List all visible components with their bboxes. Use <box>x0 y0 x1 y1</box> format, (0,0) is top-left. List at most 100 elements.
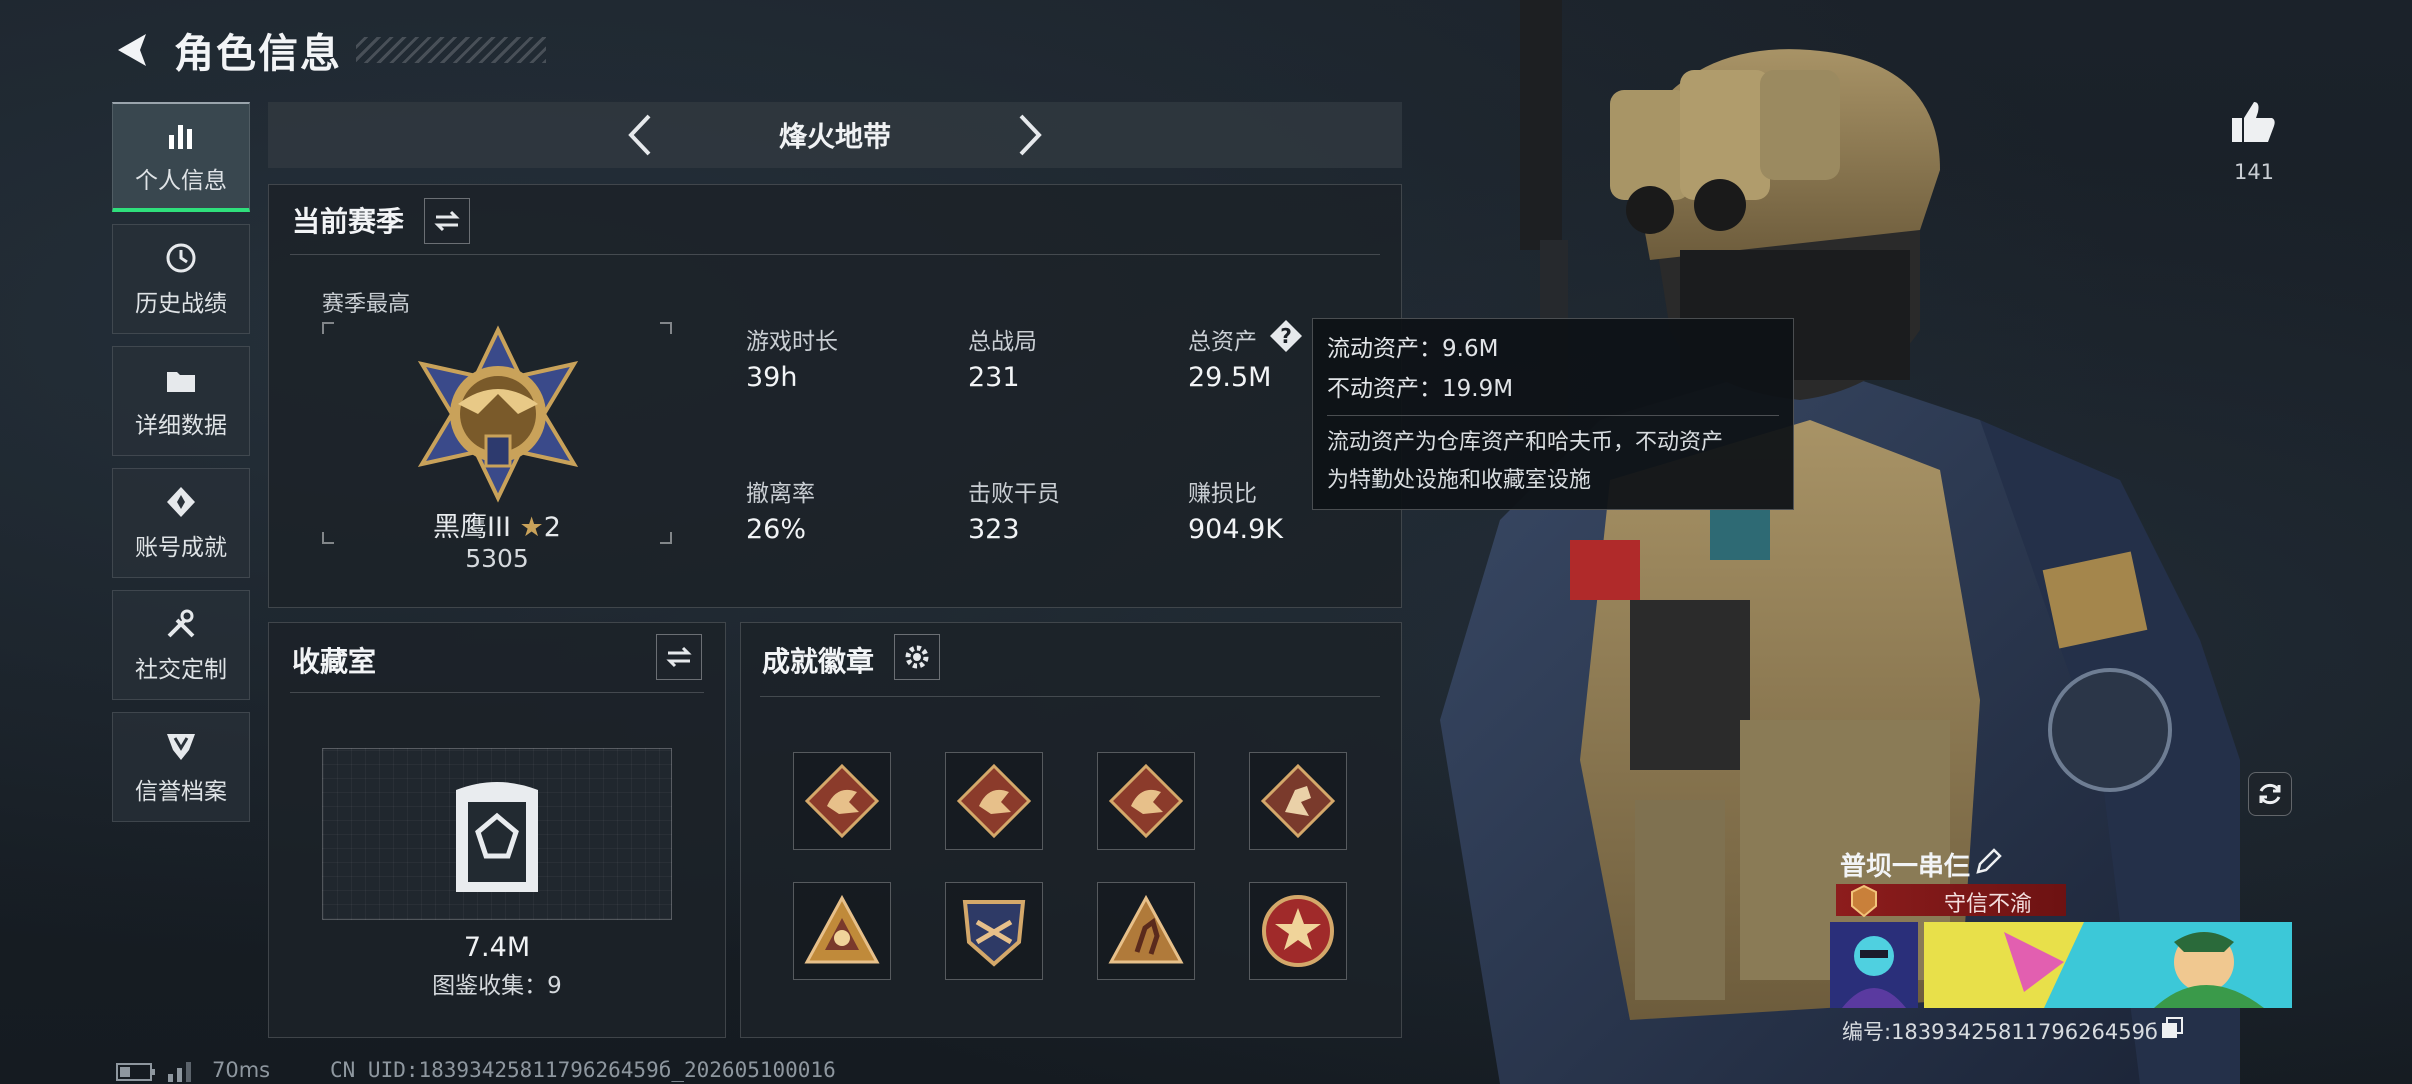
page-header: 角色信息 <box>110 22 546 78</box>
collection-value: 7.4M <box>463 932 531 963</box>
signal-icon <box>168 1062 191 1082</box>
achievement-badge[interactable] <box>945 882 1043 980</box>
like-count: 141 <box>2233 160 2275 184</box>
title-decoration <box>356 37 546 63</box>
rotate-button[interactable] <box>2248 772 2292 816</box>
stat-label: 击败干员 <box>968 481 1060 507</box>
achievement-badge[interactable] <box>1249 752 1347 850</box>
rank-name: 黑鹰III <box>433 512 511 543</box>
nav-label: 账号成就 <box>135 535 227 561</box>
dragon-badge-icon <box>956 763 1032 839</box>
divider <box>290 692 704 693</box>
season-best-label: 赛季最高 <box>322 292 411 317</box>
stat-value: 39h <box>746 362 798 393</box>
page-title: 角色信息 <box>174 31 342 77</box>
nav-item-personal-info[interactable]: 个人信息 <box>112 102 250 212</box>
asset-tooltip: 流动资产：9.6M 不动资产：19.9M 流动资产为仓库资产和哈夫币，不动资产 … <box>1312 318 1794 510</box>
nav-label: 个人信息 <box>135 168 227 194</box>
gear-icon <box>905 645 929 669</box>
nav-item-reputation[interactable]: 信誉档案 <box>112 712 250 822</box>
achievement-badge[interactable] <box>1097 882 1195 980</box>
tooltip-fixed-assets: 不动资产：19.9M <box>1327 376 1514 402</box>
stat-label: 撤离率 <box>746 481 815 507</box>
divider <box>1327 415 1779 416</box>
achievement-badge[interactable] <box>1249 882 1347 980</box>
collection-title: 收藏室 <box>292 645 377 678</box>
mode-name: 烽火地带 <box>778 120 891 153</box>
nav-item-history[interactable]: 历史战绩 <box>112 224 250 334</box>
pyramid-badge-icon <box>804 894 880 964</box>
stat-label: 总战局 <box>968 329 1037 355</box>
achievement-badge[interactable] <box>945 752 1043 850</box>
stat-value: 29.5M <box>1188 362 1272 393</box>
badges-settings-button[interactable] <box>894 634 940 680</box>
reputation-shield-icon <box>167 734 195 760</box>
refresh-icon <box>2259 783 2281 805</box>
bar-chart-icon <box>169 125 192 149</box>
folder-icon <box>167 372 195 392</box>
nav-label: 信誉档案 <box>135 779 227 805</box>
vault-icon <box>456 782 538 892</box>
tooltip-description-2: 为特勤处设施和收藏室设施 <box>1327 468 1592 493</box>
season-switch-button[interactable] <box>424 198 470 244</box>
runner-badge-icon <box>1108 894 1184 964</box>
mode-selector: 烽火地带 <box>268 102 1402 168</box>
side-nav: 个人信息 历史战绩 详细数据 账号成就 社交定制 信誉档案 <box>112 102 250 834</box>
stat-value: 26% <box>746 514 807 545</box>
stat-value: 231 <box>968 362 1020 393</box>
player-banner-image[interactable] <box>1924 922 2292 1008</box>
rank-name-row: 黑鹰III ★2 <box>322 505 672 544</box>
badges-title: 成就徽章 <box>762 645 875 678</box>
achievement-badge[interactable] <box>1097 752 1195 850</box>
chevron-right-icon[interactable] <box>1011 112 1047 158</box>
dragon-badge-icon <box>1108 763 1184 839</box>
tooltip-description-1: 流动资产为仓库资产和哈夫币，不动资产 <box>1327 430 1724 455</box>
tools-icon <box>167 609 195 638</box>
nav-item-achievements[interactable]: 账号成就 <box>112 468 250 578</box>
ping-value: 70ms <box>212 1058 271 1082</box>
stat-label: 总资产 <box>1188 329 1257 355</box>
copy-icon[interactable] <box>2160 1016 2184 1040</box>
rank-stars: 2 <box>543 512 561 543</box>
nav-label: 详细数据 <box>135 413 227 439</box>
nav-label: 社交定制 <box>135 657 227 683</box>
player-id: 编号:1839342581179626459б <box>1842 1020 2158 1044</box>
star-icon: ★ <box>519 512 544 543</box>
thumbs-up-icon[interactable] <box>2228 96 2278 146</box>
swap-icon <box>666 646 692 668</box>
rank-score: 5305 <box>465 544 529 573</box>
achievement-badge[interactable] <box>793 752 891 850</box>
stat-value: 323 <box>968 514 1020 545</box>
edit-pencil-icon[interactable] <box>1974 848 2002 876</box>
rank-emblem-icon <box>417 325 579 503</box>
nav-label: 历史战绩 <box>135 291 227 317</box>
dragon-badge-icon <box>804 763 880 839</box>
achievement-badge-icon <box>167 487 195 517</box>
nav-item-details[interactable]: 详细数据 <box>112 346 250 456</box>
player-avatar[interactable] <box>1830 922 1918 1008</box>
stat-label: 游戏时长 <box>746 329 838 355</box>
collection-switch-button[interactable] <box>656 634 702 680</box>
player-name: 普坝一串仨 <box>1840 852 1971 882</box>
tooltip-liquid-assets: 流动资产：9.6M <box>1327 336 1499 362</box>
uid-text: CN UID:1839342581179626459б_202605100016 <box>330 1058 836 1082</box>
help-question-icon[interactable]: ? <box>1268 318 1304 354</box>
honor-emblem-icon <box>1851 884 1877 918</box>
divider <box>290 254 1380 255</box>
stat-label: 赚损比 <box>1188 481 1257 507</box>
chevron-left-icon[interactable] <box>623 112 659 158</box>
collection-count: 图鉴收集：9 <box>432 973 562 999</box>
swap-icon <box>434 210 460 232</box>
battery-icon <box>116 1063 155 1081</box>
history-clock-icon <box>166 243 196 273</box>
shield-badge-icon <box>962 900 1026 967</box>
achievement-badge[interactable] <box>793 882 891 980</box>
back-arrow-icon[interactable] <box>110 28 154 72</box>
stat-value: 904.9K <box>1188 514 1284 545</box>
climber-badge-icon <box>1260 763 1336 839</box>
divider <box>760 696 1380 697</box>
svg-text:?: ? <box>1280 324 1292 348</box>
nav-item-social[interactable]: 社交定制 <box>112 590 250 700</box>
star-badge-icon <box>1262 895 1334 967</box>
honor-title: 守信不渝 <box>1944 892 2033 917</box>
